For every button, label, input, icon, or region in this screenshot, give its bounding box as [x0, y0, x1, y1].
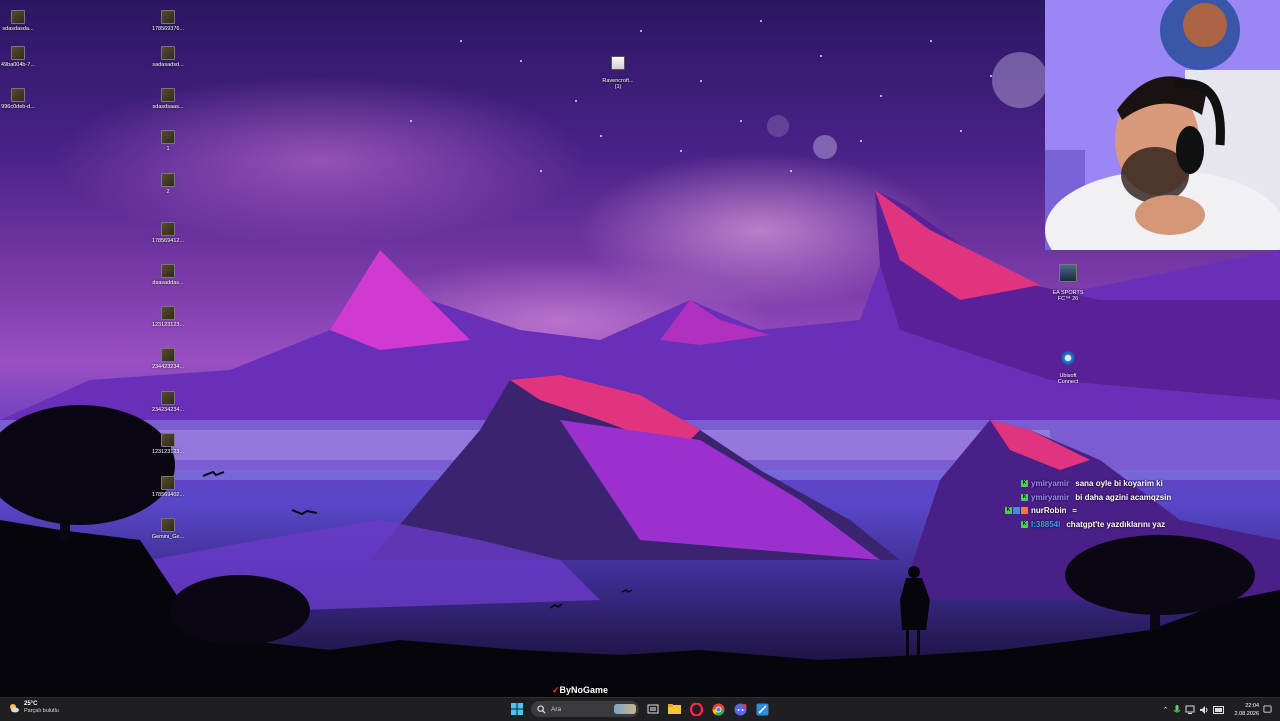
- chat-username: nurRobin: [1031, 506, 1067, 516]
- file-icon: [11, 46, 25, 60]
- notification-icon[interactable]: [1263, 705, 1272, 714]
- kick-badge-icon: K: [1021, 480, 1028, 488]
- app-icon[interactable]: [754, 701, 770, 717]
- streamer-camera-feed: [1045, 0, 1280, 250]
- ubisoft-connect-icon: [1061, 351, 1075, 365]
- image-file-icon: [161, 46, 175, 60]
- document-icon: [611, 56, 625, 70]
- search-placeholder: Ara: [551, 705, 562, 713]
- desktop-icon-file[interactable]: 178569402...: [138, 476, 198, 498]
- discord-icon[interactable]: [732, 701, 748, 717]
- chat-message: K ymiryamir sana oyle bi koyarim ki: [1000, 477, 1280, 491]
- opera-gx-icon[interactable]: [688, 701, 704, 717]
- desktop-icon-file[interactable]: 996c0deb-d...: [0, 88, 48, 110]
- file-explorer-icon[interactable]: [666, 701, 682, 717]
- weather-description: Parçalı bulutlu: [24, 708, 59, 714]
- chrome-icon[interactable]: [710, 701, 726, 717]
- gift-badge-icon: [1021, 507, 1028, 515]
- clock-date: 2.08.2026: [1234, 710, 1259, 717]
- desktop-icon-file[interactable]: 123123123...: [138, 306, 198, 328]
- windows-start-icon[interactable]: [509, 701, 525, 717]
- chat-text: ≈: [1072, 506, 1077, 516]
- search-highlight-icon: [614, 704, 636, 714]
- desktop-icon-file[interactable]: 123123123...: [138, 433, 198, 455]
- partly-cloudy-icon: [10, 704, 19, 713]
- desktop-icon-file[interactable]: Gemini_Ge...: [138, 518, 198, 540]
- ea-sports-fc-icon: [1059, 264, 1077, 282]
- desktop-icon-file[interactable]: 234423234...: [138, 348, 198, 370]
- chat-username: ymiryamir: [1031, 492, 1070, 502]
- clock-time: 22:04: [1245, 702, 1259, 709]
- chat-username: l:38854l: [1031, 519, 1061, 529]
- image-file-icon: [161, 433, 175, 447]
- stream-watermark: ✓ByNoGame: [552, 685, 609, 695]
- clock[interactable]: 22:04 2.08.2026: [1235, 702, 1259, 718]
- kick-badge-icon: K: [1005, 507, 1012, 515]
- subscriber-badge-icon: [1013, 507, 1020, 515]
- image-file-icon: [161, 391, 175, 405]
- webcam-overlay: [1045, 0, 1280, 250]
- chat-text: bi daha agzini acamqzsin: [1075, 492, 1172, 502]
- volume-icon[interactable]: [1199, 705, 1209, 715]
- desktop-icon-file[interactable]: 49ba004b-7...: [0, 46, 48, 68]
- stream-chat-overlay: K ymiryamir sana oyle bi koyarim ki K ym…: [1000, 477, 1280, 531]
- image-file-icon: [161, 306, 175, 320]
- task-view-icon[interactable]: [645, 701, 661, 717]
- chevron-up-icon[interactable]: ⌃: [1163, 706, 1169, 714]
- file-icon: [11, 10, 25, 24]
- image-file-icon: [161, 348, 175, 362]
- microphone-icon[interactable]: [1173, 704, 1181, 715]
- desktop-icon-file[interactable]: sdasdasda...: [0, 10, 48, 32]
- kick-badge-icon: K: [1021, 520, 1028, 528]
- battery-icon[interactable]: [1212, 705, 1225, 714]
- desktop-wallpaper: sdasdasda... 49ba004b-7... 996c0deb-d...…: [0, 0, 1280, 697]
- chat-message: K ymiryamir bi daha agzini acamqzsin: [1000, 491, 1280, 505]
- image-file-icon: [161, 130, 175, 144]
- file-icon: [11, 88, 25, 102]
- taskbar: 25°C Parçalı bulutlu Ara ⌃ 22:04 2.08.20…: [0, 697, 1280, 721]
- chat-username: ymiryamir: [1031, 479, 1070, 489]
- desktop-icon-ea-sports-fc[interactable]: EA SPORTS FC™ 26: [1038, 258, 1098, 302]
- desktop-icon-file[interactable]: dsasaddas...: [138, 264, 198, 286]
- chat-message: K nurRobin ≈: [1000, 504, 1280, 518]
- image-file-icon: [161, 476, 175, 490]
- image-file-icon: [161, 10, 175, 24]
- search-icon: [537, 704, 546, 714]
- chat-text: sana oyle bi koyarim ki: [1075, 479, 1163, 489]
- network-icon[interactable]: [1185, 705, 1195, 715]
- desktop-icon-file[interactable]: 234234234...: [138, 391, 198, 413]
- chat-message: K l:38854l chatgpt'te yazdıklarını yaz: [1000, 518, 1280, 532]
- chat-text: chatgpt'te yazdıklarını yaz: [1066, 519, 1166, 529]
- kick-badge-icon: K: [1021, 493, 1028, 501]
- desktop-icon-file[interactable]: 1: [138, 130, 198, 152]
- image-file-icon: [161, 518, 175, 532]
- weather-widget[interactable]: 25°C Parçalı bulutlu: [8, 701, 59, 715]
- system-tray: ⌃ 22:04 2.08.2026: [1163, 700, 1272, 719]
- desktop-icon-file[interactable]: 178569412...: [138, 222, 198, 244]
- desktop-icon-file[interactable]: sadasadsd...: [138, 46, 198, 68]
- image-file-icon: [161, 173, 175, 187]
- watermark-logo-icon: ✓: [552, 685, 560, 695]
- image-file-icon: [161, 88, 175, 102]
- desktop-icon-ubisoft-connect[interactable]: Ubisoft Connect: [1038, 345, 1098, 385]
- image-file-icon: [161, 222, 175, 236]
- weather-temperature: 25°C: [24, 701, 38, 707]
- desktop-icon-file[interactable]: 2: [138, 173, 198, 195]
- desktop-icon-file[interactable]: 178569376...: [138, 10, 198, 32]
- image-file-icon: [161, 264, 175, 278]
- desktop-icon-file[interactable]: sdasdsaas...: [138, 88, 198, 110]
- taskbar-search[interactable]: Ara: [531, 701, 639, 717]
- desktop-icon-file[interactable]: Ravencroft... (1): [588, 50, 648, 90]
